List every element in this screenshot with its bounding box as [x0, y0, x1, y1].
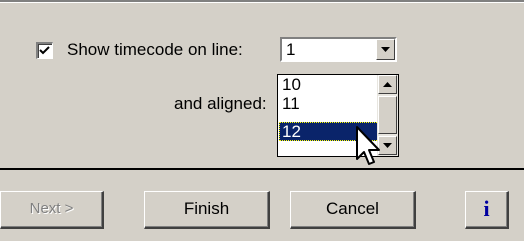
timecode-line-combo[interactable]: 1	[280, 37, 397, 62]
footer-separator	[0, 168, 524, 170]
show-timecode-checkbox[interactable]	[36, 42, 53, 59]
mouse-pointer-icon	[356, 126, 380, 165]
next-button-label: Next >	[29, 200, 74, 217]
cancel-button[interactable]: Cancel	[290, 191, 416, 229]
chevron-down-icon	[381, 47, 390, 52]
info-icon: i	[483, 196, 490, 221]
list-item[interactable]: 11	[279, 94, 379, 113]
combo-dropdown-button[interactable]	[376, 39, 395, 60]
cancel-button-label: Cancel	[326, 199, 379, 218]
finish-button-label: Finish	[183, 199, 230, 218]
checkmark-icon	[39, 46, 50, 55]
next-button[interactable]: Next >	[0, 191, 104, 229]
arrow-up-icon	[383, 82, 392, 87]
and-aligned-label: and aligned:	[174, 94, 267, 113]
window-border-top-highlight	[0, 2, 524, 3]
info-button[interactable]: i	[465, 191, 509, 229]
list-item[interactable]: 10	[279, 75, 379, 94]
show-timecode-label: Show timecode on line:	[67, 40, 243, 59]
timecode-line-value: 1	[286, 40, 296, 59]
finish-button[interactable]: Finish	[144, 191, 270, 229]
scroll-up-button[interactable]	[378, 75, 397, 94]
